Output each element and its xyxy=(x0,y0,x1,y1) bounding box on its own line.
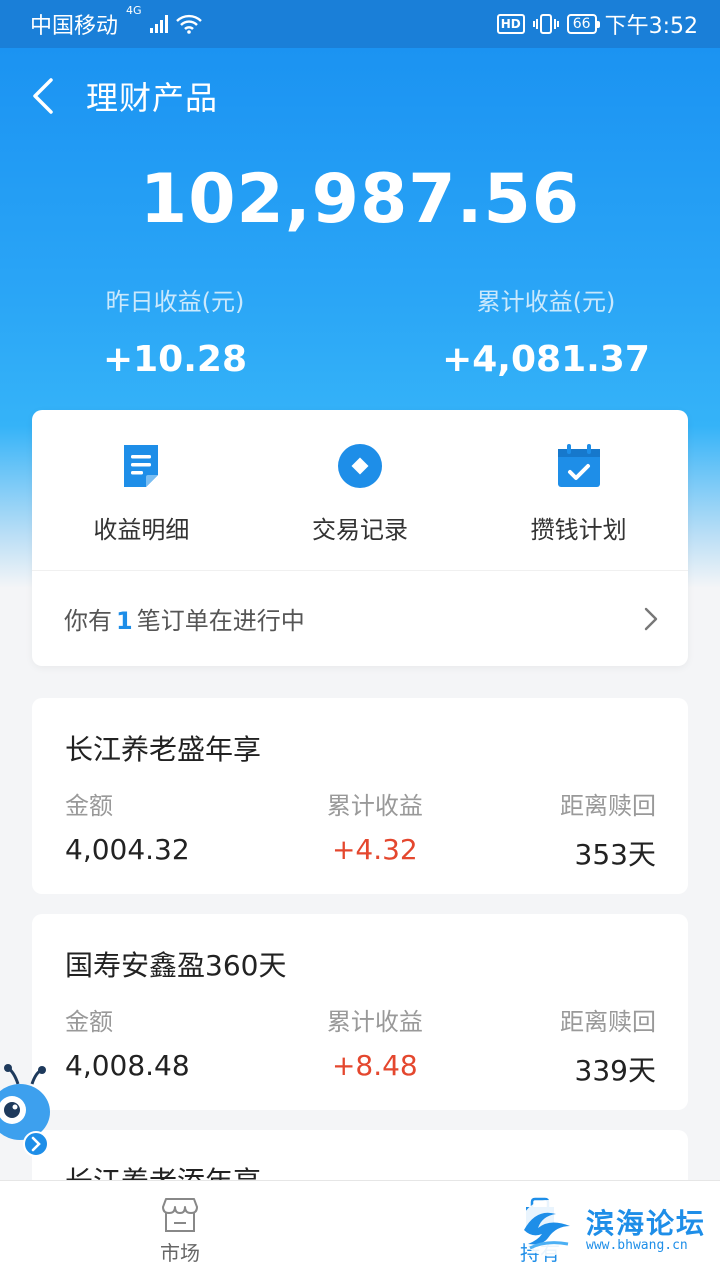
battery-level: 66 xyxy=(572,16,591,32)
back-button[interactable] xyxy=(0,48,86,144)
product-profit: 累计收益 +8.48 xyxy=(327,1002,423,1089)
product-name: 国寿安鑫盈360天 xyxy=(65,949,287,982)
product-stats: 金额 4,004.32 累计收益 +4.32 距离赎回 353天 xyxy=(65,786,656,873)
wifi-icon xyxy=(175,14,202,34)
yesterday-earnings-value: +10.28 xyxy=(102,339,248,380)
redeem-value: 339天 xyxy=(574,1054,656,1087)
cumulative-earnings-label: 累计收益(元) xyxy=(476,288,616,316)
product-amount: 金额 4,004.32 xyxy=(65,786,190,873)
document-icon xyxy=(117,442,165,490)
calendar-check-icon xyxy=(555,442,603,490)
carrier-name: 中国移动 xyxy=(30,14,119,39)
watermark-text: 滨海论坛 xyxy=(586,1207,707,1240)
pending-orders-row[interactable]: 你有 1 笔订单在进行中 xyxy=(32,570,688,666)
menu-item-earnings-detail[interactable]: 收益明细 xyxy=(32,410,251,570)
status-right: HD 66 下午3:52 xyxy=(496,8,698,40)
redeem-label: 距离赎回 xyxy=(560,792,656,820)
mascot-icon xyxy=(0,1064,50,1157)
clock: 下午3:52 xyxy=(604,14,698,39)
watermark-url: www.bhwang.cn xyxy=(586,1238,688,1253)
yesterday-earnings-label: 昨日收益(元) xyxy=(105,288,245,316)
profit-label: 累计收益 xyxy=(326,1008,423,1036)
nav-bar: 理财产品 xyxy=(0,48,720,144)
product-card[interactable]: 国寿安鑫盈360天 金额 4,008.48 累计收益 +8.48 距离赎回 33… xyxy=(32,914,688,1110)
redeem-value: 353天 xyxy=(574,838,656,871)
menu-item-savings-plan[interactable]: 攒钱计划 xyxy=(469,410,688,570)
product-amount: 金额 4,008.48 xyxy=(65,1002,190,1089)
total-amount: 102,987.56 xyxy=(139,160,581,239)
product-card[interactable]: 长江养老盛年享 金额 4,004.32 累计收益 +4.32 距离赎回 353天 xyxy=(32,698,688,894)
tab-market-label: 市场 xyxy=(160,1241,200,1265)
store-icon xyxy=(162,1198,198,1232)
amount-label: 金额 xyxy=(65,1008,113,1036)
pending-orders-text: 你有 1 笔订单在进行中 xyxy=(64,601,305,636)
cumulative-earnings-value: +4,081.37 xyxy=(442,339,650,380)
menu-label-transactions: 交易记录 xyxy=(312,516,408,544)
page-title: 理财产品 xyxy=(86,79,219,117)
profit-value: +8.48 xyxy=(331,1049,418,1082)
mascot-float-button[interactable] xyxy=(0,1062,54,1162)
chevron-right-icon xyxy=(644,607,658,630)
product-name: 长江养老盛年享 xyxy=(65,733,262,766)
status-bar: 中国移动 4G HD 66 下午3:52 xyxy=(0,0,720,48)
amount-label: 金额 xyxy=(65,792,113,820)
battery-icon: 66 xyxy=(566,14,600,34)
amount-value: 4,008.48 xyxy=(65,1049,190,1082)
menu-label-savings-plan: 攒钱计划 xyxy=(530,516,627,544)
pending-orders-suffix: 笔订单在进行中 xyxy=(136,607,305,635)
redeem-label: 距离赎回 xyxy=(560,1008,656,1036)
menu-label-earnings-detail: 收益明细 xyxy=(93,516,190,544)
product-stats: 金额 4,008.48 累计收益 +8.48 距离赎回 339天 xyxy=(65,1002,656,1089)
chevron-left-icon xyxy=(33,78,53,114)
tab-market[interactable]: 市场 xyxy=(120,1197,240,1266)
watermark-logo xyxy=(520,1200,576,1256)
hd-badge: HD xyxy=(496,14,525,34)
signal-icon xyxy=(149,15,168,33)
product-redeem: 距离赎回 353天 xyxy=(560,786,656,873)
status-left: 中国移动 4G xyxy=(30,4,202,40)
network-type: 4G xyxy=(126,4,142,17)
cumulative-earnings: 累计收益(元) +4,081.37 xyxy=(396,282,696,380)
vibrate-icon xyxy=(532,14,559,34)
product-profit: 累计收益 +4.32 xyxy=(327,786,423,873)
amount-value: 4,004.32 xyxy=(65,833,190,866)
pending-orders-prefix: 你有 xyxy=(64,607,112,635)
product-redeem: 距离赎回 339天 xyxy=(560,1002,656,1089)
menu-card: 收益明细 交易记录 攒钱计划 你有 1 笔订单在进行中 xyxy=(32,410,688,666)
menu-item-transactions[interactable]: 交易记录 xyxy=(251,410,470,570)
profit-label: 累计收益 xyxy=(326,792,423,820)
profit-value: +4.32 xyxy=(331,833,418,866)
watermark: 滨海论坛 www.bhwang.cn xyxy=(516,1196,706,1266)
pending-orders-count: 1 xyxy=(116,607,133,635)
yesterday-earnings: 昨日收益(元) +10.28 xyxy=(25,282,325,380)
menu-row: 收益明细 交易记录 攒钱计划 xyxy=(32,410,688,570)
coin-icon xyxy=(336,442,384,490)
